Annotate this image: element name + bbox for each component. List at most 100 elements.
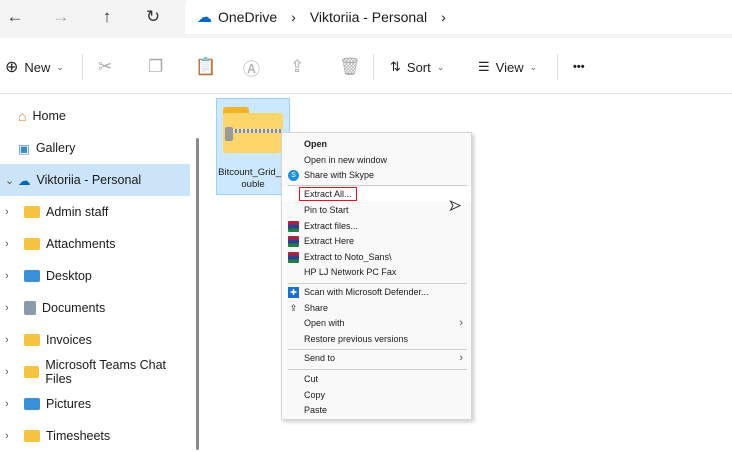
- menu-label: Share: [304, 303, 329, 313]
- zip-file-item[interactable]: Bitcount_Grid_D ouble: [216, 98, 290, 195]
- menu-item-pin-to-start[interactable]: Pin to Start: [282, 203, 471, 218]
- menu-item-extract-all[interactable]: Extract All...: [282, 187, 471, 202]
- breadcrumb-onedrive[interactable]: OneDrive: [218, 9, 277, 25]
- gallery-icon: ▣: [18, 141, 30, 156]
- address-bar[interactable]: ☁ OneDrive › Viktoriia - Personal ›: [185, 0, 732, 34]
- menu-item-paste[interactable]: Paste: [282, 403, 471, 418]
- more-button[interactable]: •••: [573, 54, 585, 80]
- sidebar-item-timesheets[interactable]: › Timesheets: [0, 420, 190, 452]
- menu-label: Scan with Microsoft Defender...: [304, 287, 429, 297]
- folder-icon: [24, 334, 40, 346]
- winrar-icon: [288, 252, 299, 263]
- divider: [557, 54, 558, 80]
- paste-icon[interactable]: 📋: [195, 54, 216, 80]
- share-icon[interactable]: ⇪: [290, 54, 304, 80]
- breadcrumb-personal[interactable]: Viktoriia - Personal: [310, 9, 427, 25]
- sidebar-item-label: Viktoriia - Personal: [36, 173, 142, 187]
- up-button[interactable]: ↑: [92, 4, 122, 30]
- context-menu: Open Open in new window S Share with Skyp…: [281, 132, 472, 420]
- refresh-button[interactable]: ↻: [138, 4, 168, 30]
- chevron-right-icon: ›: [459, 317, 463, 329]
- sidebar-item-label: Home: [32, 109, 66, 123]
- sidebar-item-teams-chat-files[interactable]: › Microsoft Teams Chat Files: [0, 356, 190, 388]
- cloud-icon: ☁: [18, 173, 31, 188]
- sort-icon: ⇅: [390, 59, 401, 74]
- chevron-right-icon[interactable]: ›: [5, 238, 9, 250]
- divider: [373, 54, 374, 80]
- sidebar-item-attachments[interactable]: › Attachments: [0, 228, 190, 260]
- menu-item-cut[interactable]: Cut: [282, 372, 471, 387]
- sidebar-item-label: Gallery: [35, 141, 76, 155]
- sidebar-item-personal[interactable]: ⌄ ☁ Viktoriia - Personal: [0, 164, 190, 196]
- cloud-icon: ☁: [197, 9, 212, 26]
- sidebar-item-label: Desktop: [46, 269, 92, 283]
- sidebar-item-gallery[interactable]: ▣ Gallery: [0, 132, 190, 164]
- delete-icon[interactable]: 🗑: [339, 54, 361, 80]
- menu-item-open-with[interactable]: Open with ›: [282, 316, 471, 331]
- sidebar-item-pictures[interactable]: › Pictures: [0, 388, 190, 420]
- menu-item-restore-versions[interactable]: Restore previous versions: [282, 332, 471, 347]
- back-button[interactable]: ←: [0, 4, 30, 30]
- menu-item-extract-to[interactable]: Extract to Noto_Sans\: [282, 250, 471, 265]
- rename-icon[interactable]: Ⓐ: [243, 54, 260, 80]
- sidebar-item-documents[interactable]: › Documents: [0, 292, 190, 324]
- chevron-down-icon[interactable]: ⌄: [5, 174, 14, 187]
- chevron-right-icon[interactable]: ›: [5, 398, 9, 410]
- documents-icon: [24, 301, 36, 315]
- chevron-right-icon[interactable]: ›: [5, 302, 9, 314]
- menu-item-share-skype[interactable]: S Share with Skype: [282, 168, 471, 183]
- sidebar-item-desktop[interactable]: › Desktop: [0, 260, 190, 292]
- zip-folder-icon: [223, 107, 283, 153]
- folder-icon: [24, 206, 40, 218]
- menu-label: Send to: [304, 353, 336, 363]
- sidebar-item-label: Attachments: [46, 237, 116, 251]
- menu-item-copy[interactable]: Copy: [282, 388, 471, 403]
- winrar-icon: [288, 221, 299, 232]
- sidebar-item-admin-staff[interactable]: › Admin staff: [0, 196, 190, 228]
- new-label: New: [24, 59, 51, 75]
- menu-item-send-to[interactable]: Send to ›: [282, 351, 471, 366]
- sidebar-item-home[interactable]: ⌂ Home: [0, 100, 190, 132]
- sidebar-item-label: Invoices: [46, 333, 92, 347]
- menu-separator: [288, 185, 467, 186]
- sidebar-scrollbar[interactable]: [196, 138, 199, 450]
- menu-separator: [288, 369, 467, 370]
- file-name-line2: ouble: [241, 179, 265, 190]
- chevron-right-icon[interactable]: ›: [5, 430, 9, 442]
- folder-icon: [24, 238, 40, 250]
- plus-icon: ⊕: [5, 59, 19, 76]
- view-icon: ☰: [478, 59, 490, 74]
- cut-icon[interactable]: ✂: [98, 54, 112, 80]
- view-label: View: [495, 59, 524, 75]
- folder-icon: [24, 430, 40, 442]
- menu-item-hp-fax[interactable]: HP LJ Network PC Fax: [282, 265, 471, 280]
- menu-item-extract-here[interactable]: Extract Here: [282, 234, 471, 249]
- menu-label: Share with Skype: [304, 170, 375, 180]
- menu-separator: [288, 349, 467, 350]
- menu-label: Open with: [304, 318, 345, 328]
- menu-separator: [288, 283, 467, 284]
- menu-item-share[interactable]: ⇪ Share: [282, 301, 471, 316]
- navigation-pane: ⌂ Home ▣ Gallery ⌄ ☁ Viktoriia - Personal › A…: [0, 95, 190, 450]
- chevron-right-icon: ›: [459, 352, 463, 364]
- menu-item-open-new-window[interactable]: Open in new window: [282, 153, 471, 168]
- chevron-right-icon[interactable]: ›: [5, 270, 9, 282]
- view-button[interactable]: ☰ View ⌄: [478, 54, 537, 80]
- menu-item-open[interactable]: Open: [282, 137, 471, 152]
- forward-button[interactable]: →: [46, 4, 76, 30]
- chevron-right-icon[interactable]: ›: [5, 366, 9, 378]
- sidebar-item-invoices[interactable]: › Invoices: [0, 324, 190, 356]
- sort-label: Sort: [406, 59, 431, 75]
- copy-icon[interactable]: ❐: [148, 54, 163, 80]
- mouse-cursor-icon: ➤: [449, 197, 462, 214]
- menu-item-scan-defender[interactable]: ✚ Scan with Microsoft Defender...: [282, 285, 471, 300]
- sort-button[interactable]: ⇅ Sort ⌄: [390, 54, 444, 80]
- winrar-icon: [288, 236, 299, 247]
- chevron-right-icon[interactable]: ›: [5, 206, 9, 218]
- menu-item-extract-files[interactable]: Extract files...: [282, 219, 471, 234]
- new-button[interactable]: ⊕ New ⌄: [5, 54, 64, 80]
- chevron-right-icon[interactable]: ›: [5, 334, 9, 346]
- share-icon: ⇪: [289, 303, 298, 313]
- menu-label: Extract All...: [299, 187, 357, 201]
- navigation-bar: ← → ↑ ↻ ☁ OneDrive › Viktoriia - Persona…: [0, 0, 732, 38]
